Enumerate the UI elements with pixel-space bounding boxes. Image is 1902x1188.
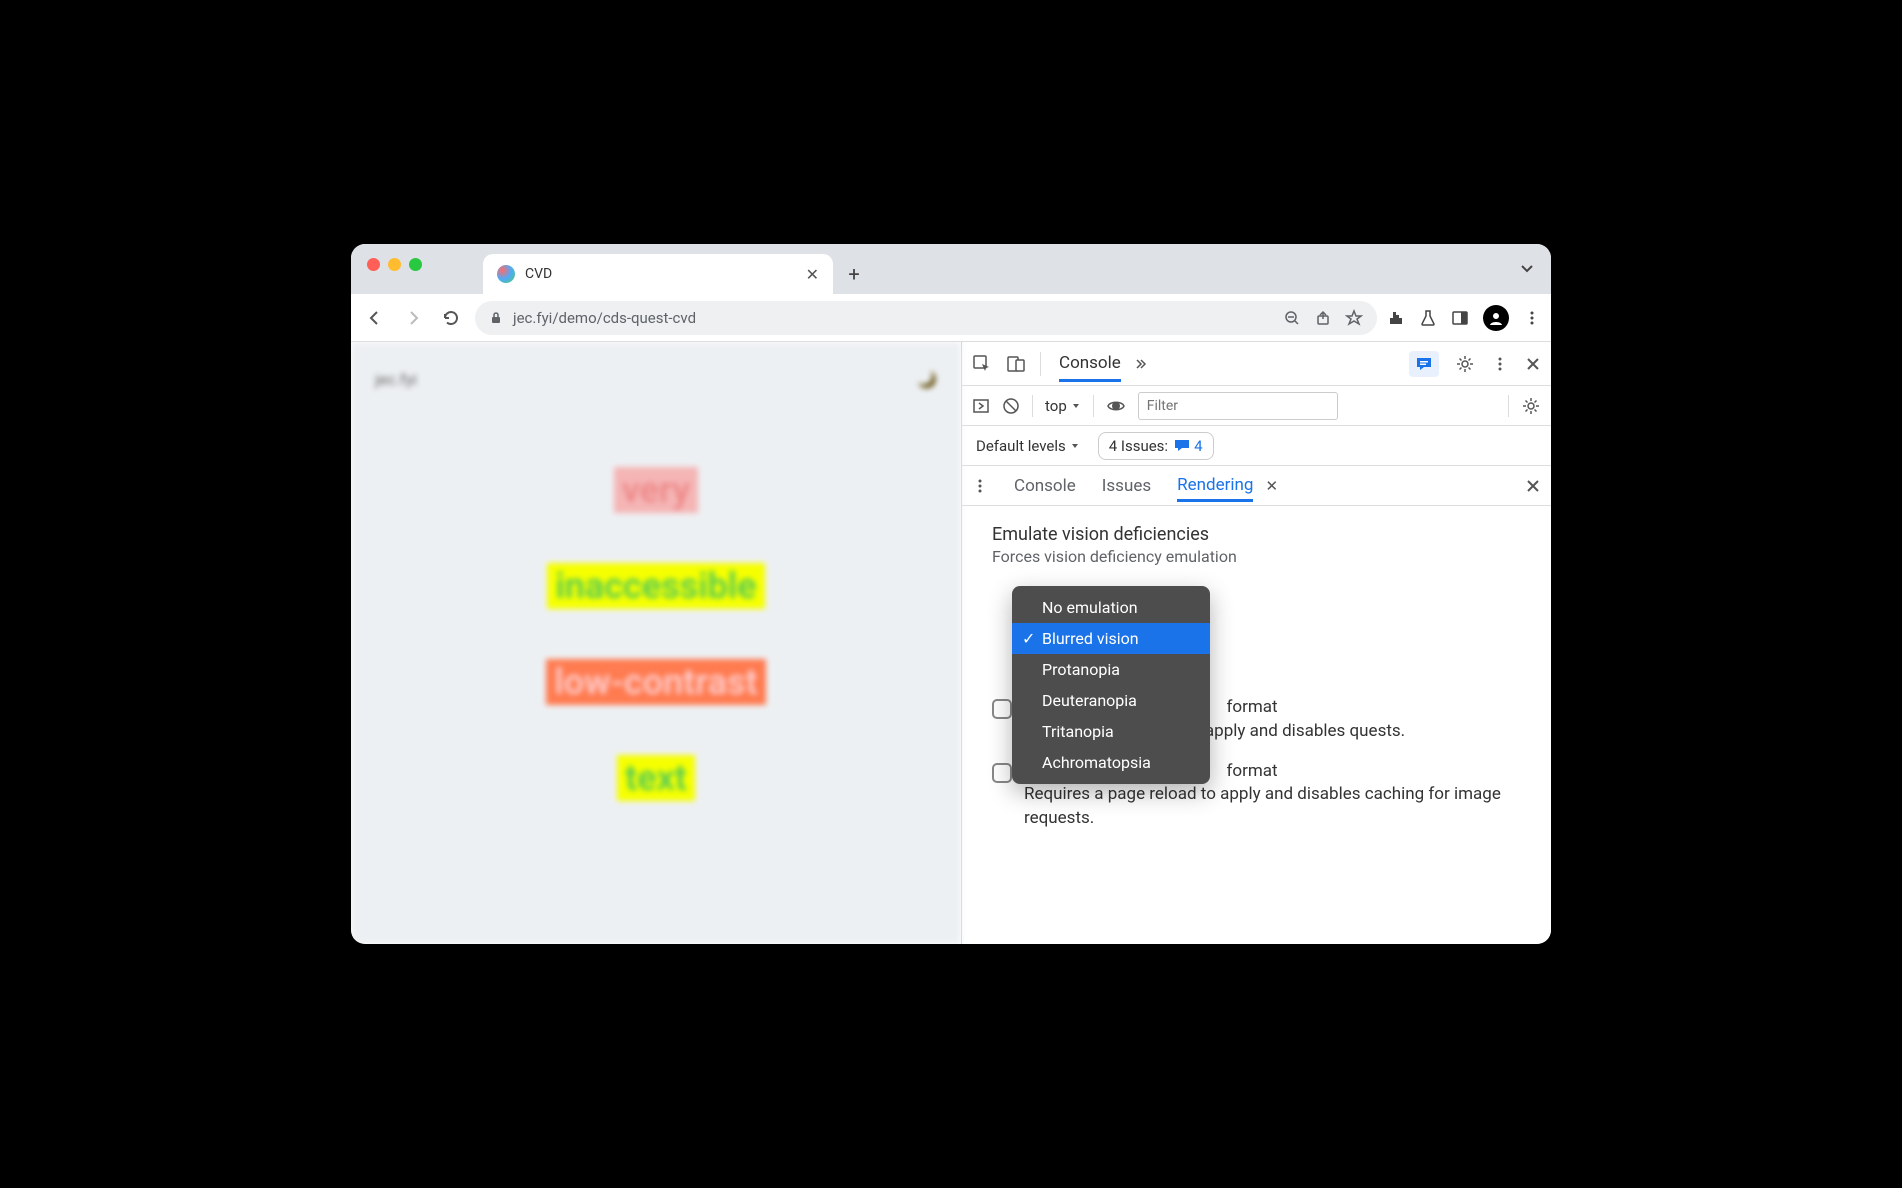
devtools: Console top — [961, 342, 1551, 944]
tab-title: CVD — [525, 266, 796, 282]
word-low-contrast: low-contrast — [546, 659, 765, 705]
word-text: text — [617, 755, 695, 801]
format-checkbox-2[interactable] — [992, 763, 1012, 783]
option-tritanopia[interactable]: Tritanopia — [1012, 716, 1210, 747]
toolbar: jec.fyi/demo/cds-quest-cvd — [351, 294, 1551, 342]
drawer-tabs: Console Issues Rendering ✕ — [962, 466, 1551, 506]
labs-icon[interactable] — [1419, 309, 1437, 327]
devtools-menu-icon[interactable] — [1491, 355, 1509, 373]
tab-strip: CVD ✕ + — [351, 244, 1551, 294]
issues-label: 4 Issues: — [1109, 437, 1168, 455]
messages-icon[interactable] — [1409, 351, 1439, 377]
back-button[interactable] — [361, 304, 389, 332]
issues-badge: 4 — [1174, 437, 1202, 455]
share-icon[interactable] — [1315, 310, 1331, 326]
reload-button[interactable] — [437, 304, 465, 332]
address-bar[interactable]: jec.fyi/demo/cds-quest-cvd — [475, 301, 1377, 335]
site-label: jec.fyi — [375, 370, 417, 389]
content-area: jec.fyi 🌙 very inaccessible low-contrast… — [351, 342, 1551, 944]
device-toggle-icon[interactable] — [1006, 354, 1026, 374]
url-path: /demo/cds-quest-cvd — [552, 309, 696, 327]
tabs-menu-icon[interactable] — [1519, 260, 1535, 276]
bookmark-icon[interactable] — [1345, 309, 1363, 327]
close-rendering-tab-icon[interactable]: ✕ — [1265, 477, 1278, 495]
rendering-panel: Emulate vision deficiencies Forces visio… — [962, 506, 1551, 944]
settings-icon[interactable] — [1455, 354, 1475, 374]
drawer-tab-console[interactable]: Console — [1014, 476, 1076, 496]
page-header: jec.fyi 🌙 — [371, 362, 941, 397]
omnibox-actions — [1283, 309, 1363, 327]
new-tab-button[interactable]: + — [839, 262, 869, 294]
favicon — [497, 265, 515, 283]
lock-icon — [489, 311, 503, 325]
console-toolbar: top — [962, 386, 1551, 426]
issues-pill[interactable]: 4 Issues: 4 — [1098, 432, 1214, 460]
profile-avatar[interactable] — [1483, 305, 1509, 331]
browser-window: CVD ✕ + jec.fyi/demo/cds-quest-cvd — [351, 244, 1551, 944]
clear-console-icon[interactable] — [1002, 397, 1020, 415]
context-selector[interactable]: top — [1045, 397, 1081, 415]
live-expression-icon[interactable] — [1106, 396, 1126, 416]
option-deuteranopia[interactable]: Deuteranopia — [1012, 685, 1210, 716]
option-achromatopsia[interactable]: Achromatopsia — [1012, 747, 1210, 778]
forward-button[interactable] — [399, 304, 427, 332]
sidepanel-icon[interactable] — [1451, 309, 1469, 327]
zoom-icon[interactable] — [1283, 309, 1301, 327]
drawer-tab-issues[interactable]: Issues — [1102, 476, 1151, 496]
vision-deficiency-title: Emulate vision deficiencies — [992, 524, 1521, 545]
option-protanopia[interactable]: Protanopia — [1012, 654, 1210, 685]
close-window-button[interactable] — [367, 258, 380, 271]
more-panels-icon[interactable] — [1135, 356, 1151, 372]
inspect-icon[interactable] — [972, 354, 992, 374]
page-viewport: jec.fyi 🌙 very inaccessible low-contrast… — [351, 342, 961, 944]
url-host: jec.fyi — [513, 309, 552, 327]
levels-selector[interactable]: Default levels — [976, 437, 1080, 455]
browser-actions — [1387, 305, 1541, 331]
vision-deficiency-desc: Forces vision deficiency emulation — [992, 547, 1521, 566]
word-very: very — [614, 467, 698, 513]
console-settings-icon[interactable] — [1521, 396, 1541, 416]
maximize-window-button[interactable] — [409, 258, 422, 271]
option-blurred-vision[interactable]: Blurred vision — [1012, 623, 1210, 654]
drawer-menu-icon[interactable] — [972, 478, 988, 494]
panel-console[interactable]: Console — [1059, 345, 1121, 382]
close-devtools-icon[interactable] — [1525, 356, 1541, 372]
window-controls — [367, 258, 422, 271]
menu-icon[interactable] — [1523, 309, 1541, 327]
sidebar-toggle-icon[interactable] — [972, 397, 990, 415]
close-drawer-icon[interactable] — [1525, 478, 1541, 494]
minimize-window-button[interactable] — [388, 258, 401, 271]
vision-deficiency-dropdown: No emulation Blurred vision Protanopia D… — [1012, 586, 1210, 784]
theme-toggle[interactable]: 🌙 — [917, 370, 937, 389]
sample-words: very inaccessible low-contrast text — [546, 467, 765, 801]
devtools-toolbar: Console — [962, 342, 1551, 386]
close-tab-icon[interactable]: ✕ — [806, 265, 819, 284]
drawer-tab-rendering[interactable]: Rendering — [1177, 469, 1253, 502]
word-inaccessible: inaccessible — [547, 563, 764, 609]
option-no-emulation[interactable]: No emulation — [1012, 592, 1210, 623]
filter-input[interactable] — [1138, 392, 1338, 420]
browser-tab[interactable]: CVD ✕ — [483, 254, 833, 294]
format-checkbox-1[interactable] — [992, 699, 1012, 719]
extensions-icon[interactable] — [1387, 309, 1405, 327]
console-subtoolbar: Default levels 4 Issues: 4 — [962, 426, 1551, 466]
